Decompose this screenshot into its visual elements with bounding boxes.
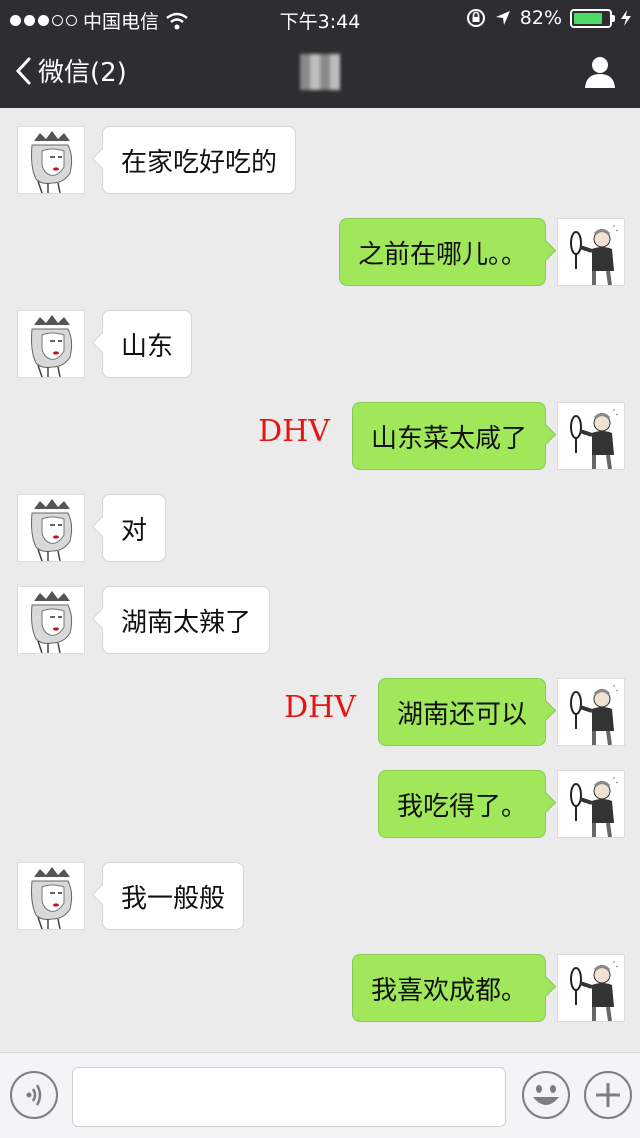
top-bar: 中国电信 下午3:44 82% 微信(2)	[0, 0, 640, 108]
chat-info-button[interactable]	[582, 54, 618, 90]
rotation-lock-icon	[466, 9, 485, 27]
battery-percent: 82%	[519, 7, 562, 29]
message-bubble[interactable]: 对	[102, 494, 167, 562]
location-arrow-icon	[495, 11, 510, 25]
my-avatar[interactable]	[557, 218, 625, 286]
emoji-button[interactable]	[522, 1071, 570, 1119]
outgoing-message: 之前在哪儿。。	[0, 218, 640, 288]
more-button[interactable]	[584, 1071, 632, 1119]
message-bubble[interactable]: 湖南太辣了	[102, 586, 271, 654]
back-button[interactable]: 微信(2)	[14, 52, 127, 89]
battery-icon	[570, 8, 615, 28]
incoming-message: 我一般般	[0, 862, 640, 932]
message-bubble[interactable]: 之前在哪儿。。	[338, 218, 546, 286]
message-bubble[interactable]: 山东菜太咸了	[351, 402, 546, 470]
incoming-message: 在家吃好吃的	[0, 126, 640, 196]
incoming-message: 湖南太辣了	[0, 586, 640, 656]
battery-level-fill	[574, 12, 602, 24]
outgoing-message: 我喜欢成都。	[0, 954, 640, 1024]
incoming-message: 山东	[0, 310, 640, 380]
outgoing-message: 我吃得了。	[0, 770, 640, 840]
person-icon	[585, 57, 615, 88]
message-input[interactable]	[72, 1067, 506, 1127]
status-right: 82%	[466, 7, 632, 29]
contact-avatar[interactable]	[17, 494, 85, 562]
chat-title-blurred	[300, 54, 340, 90]
plus-icon	[596, 1083, 620, 1107]
outgoing-message: 山东菜太咸了 DHV	[0, 402, 640, 472]
nav-bar: 微信(2)	[0, 36, 640, 108]
dhv-annotation: DHV	[258, 414, 330, 449]
message-bubble[interactable]: 我一般般	[102, 862, 245, 930]
emoji-icon	[533, 1085, 559, 1105]
contact-avatar[interactable]	[17, 310, 85, 378]
my-avatar[interactable]	[557, 770, 625, 838]
charging-bolt-icon	[621, 10, 631, 26]
message-bubble[interactable]: 我喜欢成都。	[351, 954, 546, 1022]
contact-avatar[interactable]	[17, 586, 85, 654]
my-avatar[interactable]	[557, 954, 625, 1022]
message-bubble[interactable]: 湖南还可以	[377, 678, 546, 746]
message-bubble[interactable]: 在家吃好吃的	[102, 126, 297, 194]
voice-button[interactable]	[10, 1071, 58, 1119]
incoming-message: 对	[0, 494, 640, 564]
voice-icon	[26, 1084, 42, 1106]
contact-avatar[interactable]	[17, 862, 85, 930]
message-bubble[interactable]: 我吃得了。	[377, 770, 546, 838]
dhv-annotation: DHV	[284, 690, 356, 725]
message-list[interactable]: 在家吃好吃的 之前在哪儿。。山东山东菜太咸了 DHV 对湖南太辣了湖南还可以 DHV 我吃…	[0, 108, 640, 1052]
back-label: 微信(2)	[38, 58, 127, 88]
chevron-left-icon	[15, 57, 31, 84]
my-avatar[interactable]	[557, 678, 625, 746]
contact-avatar[interactable]	[17, 126, 85, 194]
input-bar	[0, 1052, 640, 1138]
outgoing-message: 湖南还可以 DHV	[0, 678, 640, 748]
message-bubble[interactable]: 山东	[102, 310, 193, 378]
my-avatar[interactable]	[557, 402, 625, 470]
status-bar: 中国电信 下午3:44 82%	[0, 0, 640, 36]
